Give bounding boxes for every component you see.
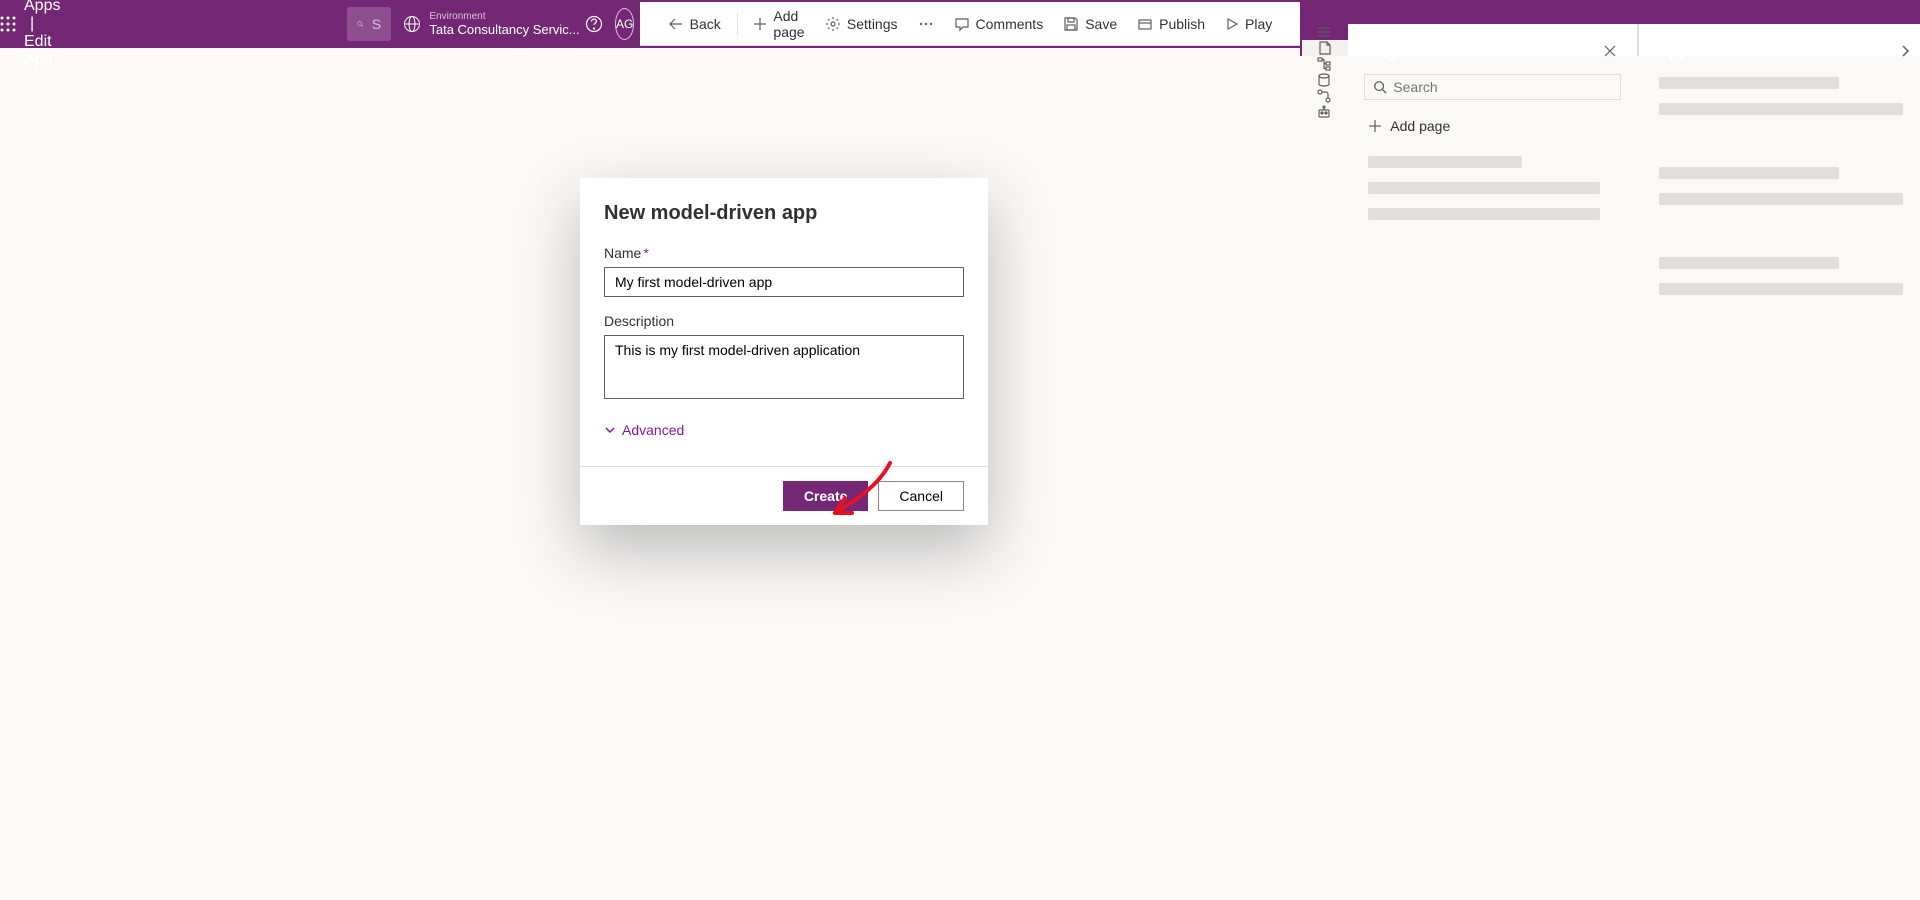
hamburger-icon [1316, 24, 1332, 40]
help-button[interactable] [585, 0, 603, 48]
advanced-label: Advanced [622, 422, 684, 438]
comment-icon [954, 16, 970, 32]
search-input[interactable] [372, 16, 382, 32]
global-search[interactable] [347, 7, 391, 41]
back-button[interactable]: Back [658, 10, 731, 38]
page-title: Edit App [24, 33, 52, 68]
add-page-button[interactable]: Add page [743, 2, 815, 46]
notifications-button[interactable]: AG [592, 0, 640, 48]
name-field[interactable] [604, 267, 964, 297]
description-label: Description [604, 313, 964, 329]
bot-icon [1316, 104, 1332, 120]
play-icon [1225, 17, 1239, 31]
pages-search-input[interactable] [1393, 79, 1612, 95]
play-label: Play [1245, 16, 1272, 32]
settings-label: Settings [847, 16, 898, 32]
pages-panel-close-button[interactable] [1599, 40, 1621, 62]
search-icon [357, 16, 363, 32]
skeleton-line [1659, 77, 1839, 89]
name-label: Name* [604, 245, 964, 261]
rail-virtual-agent-button[interactable] [1300, 104, 1348, 120]
save-button[interactable]: Save [1053, 10, 1127, 38]
more-icon [918, 16, 934, 32]
advanced-toggle[interactable]: Advanced [604, 418, 964, 442]
close-icon [1603, 44, 1617, 58]
rail-hamburger-button[interactable] [1300, 24, 1348, 40]
flow-icon [1316, 88, 1332, 104]
plus-icon [1368, 119, 1382, 133]
rail-automation-button[interactable] [1300, 88, 1348, 104]
skeleton-line [1659, 167, 1839, 179]
skeleton-line [1368, 208, 1599, 220]
back-label: Back [690, 16, 721, 32]
brand-name[interactable]: Power Apps [24, 0, 69, 14]
skeleton-line [1659, 283, 1903, 295]
skeleton-line [1368, 182, 1599, 194]
play-button[interactable]: Play [1215, 10, 1282, 38]
publish-button[interactable]: Publish [1127, 10, 1215, 38]
comments-button[interactable]: Comments [944, 10, 1054, 38]
chevron-down-icon [604, 424, 616, 436]
breadcrumb: Power Apps | Edit App [16, 0, 77, 69]
properties-panel-title: App [1655, 40, 1690, 61]
arrow-left-icon [668, 16, 684, 32]
pages-panel: Pages Add page [1348, 24, 1638, 56]
database-icon [1316, 72, 1332, 88]
skeleton-line [1659, 257, 1839, 269]
plus-icon [753, 17, 767, 31]
save-icon [1063, 16, 1079, 32]
environment-picker[interactable]: Environment Tata Consultancy Servic... [391, 11, 591, 37]
waffle-icon [0, 16, 16, 32]
add-page-tree-label: Add page [1390, 118, 1450, 134]
properties-panel: App [1638, 24, 1920, 56]
gear-icon [825, 16, 841, 32]
search-icon [1373, 80, 1387, 94]
save-label: Save [1085, 16, 1117, 32]
settings-button[interactable]: Settings [815, 10, 908, 38]
pages-panel-title: Pages [1364, 41, 1417, 62]
environment-name: Tata Consultancy Servic... [429, 22, 579, 37]
app-launcher-button[interactable] [0, 0, 16, 48]
avatar[interactable]: AG [615, 8, 634, 40]
globe-icon [403, 15, 421, 33]
add-page-tree-button[interactable]: Add page [1364, 110, 1621, 142]
description-field[interactable] [604, 335, 964, 399]
page-icon [1317, 40, 1333, 56]
comments-label: Comments [976, 16, 1044, 32]
chevron-right-icon [1898, 44, 1912, 58]
tree-icon [1316, 56, 1332, 72]
dialog-title: New model-driven app [604, 202, 964, 225]
new-app-dialog: New model-driven app Name* Description A… [580, 178, 988, 525]
rail-data-button[interactable] [1300, 72, 1348, 88]
create-button[interactable]: Create [783, 481, 869, 511]
rail-pages-button[interactable] [1300, 40, 1348, 56]
header-right: Environment Tata Consultancy Servic... A… [391, 0, 639, 48]
breadcrumb-separator: | [30, 15, 34, 32]
skeleton-line [1368, 156, 1522, 168]
publish-label: Publish [1159, 16, 1205, 32]
skeleton-line [1659, 193, 1903, 205]
pages-search[interactable] [1364, 74, 1621, 100]
cancel-button[interactable]: Cancel [878, 481, 964, 511]
add-page-label: Add page [773, 8, 805, 40]
properties-panel-expand-button[interactable] [1898, 44, 1912, 58]
help-icon [585, 15, 603, 33]
more-button[interactable] [908, 10, 944, 38]
environment-label: Environment [429, 11, 579, 22]
rail-navigation-button[interactable] [1300, 56, 1348, 72]
command-bar: Back Add page Settings Comments Save Pub… [640, 2, 1301, 46]
divider [737, 13, 738, 35]
skeleton-line [1659, 103, 1903, 115]
publish-icon [1137, 16, 1153, 32]
app-header: Power Apps | Edit App Environment Tata C… [0, 0, 1920, 48]
